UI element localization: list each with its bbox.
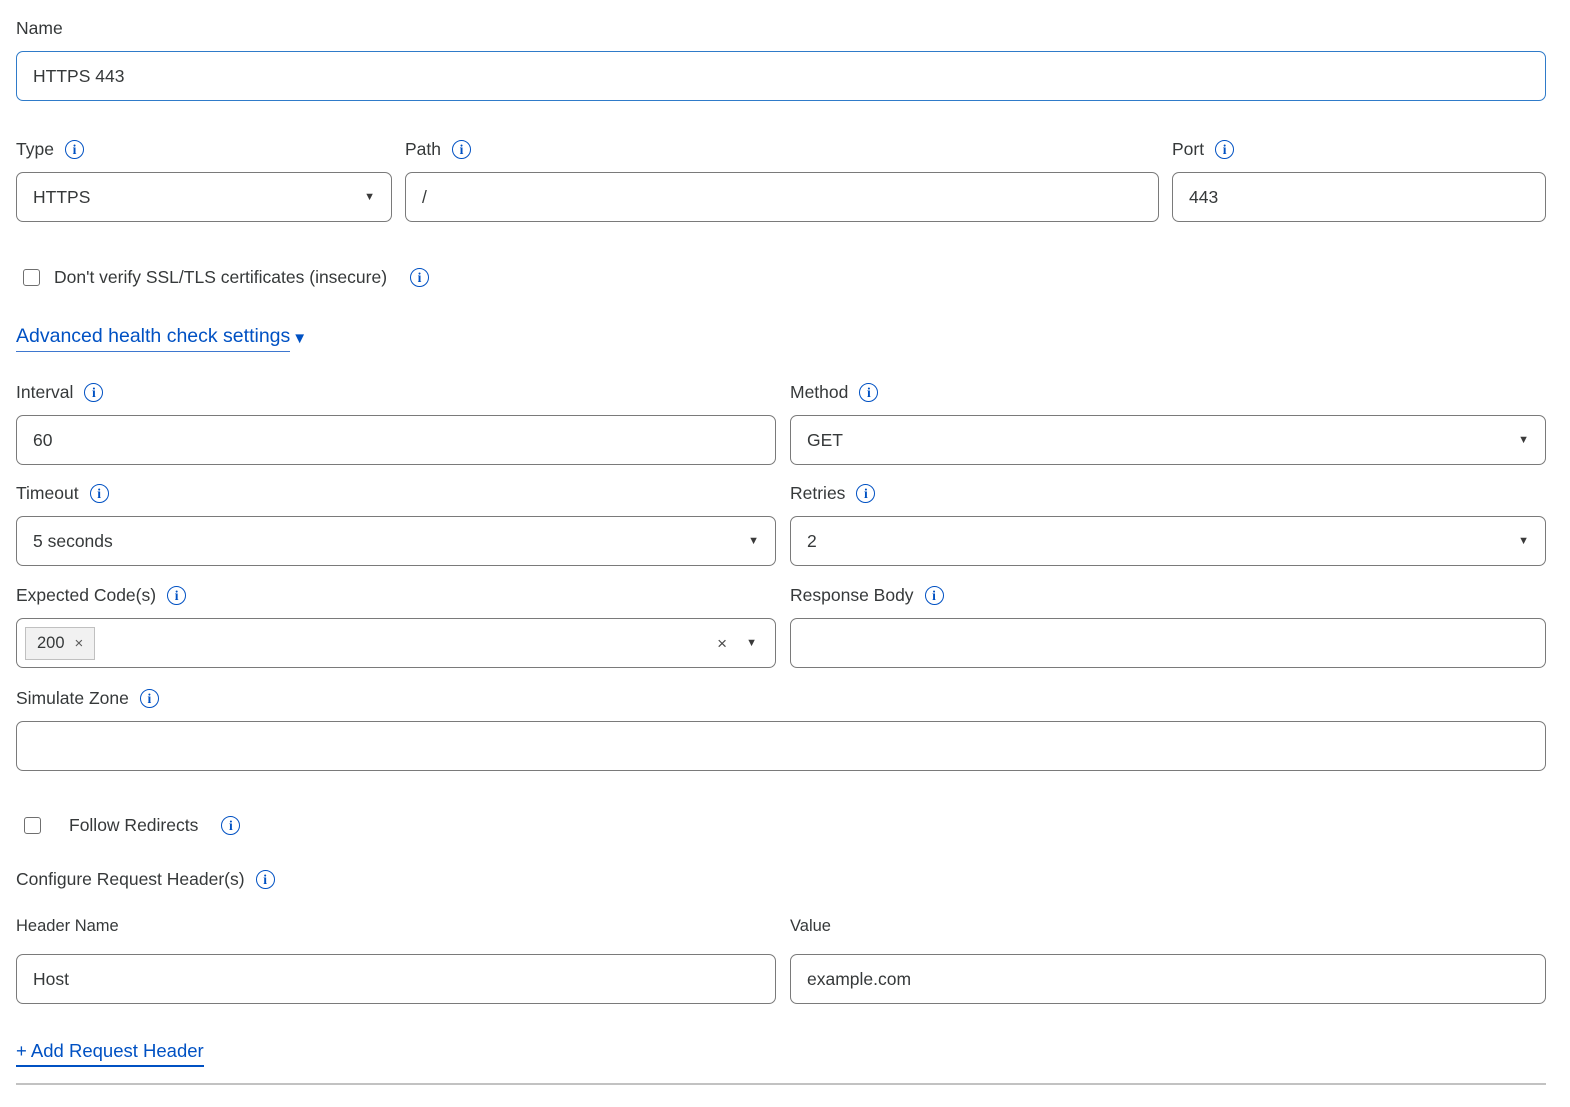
ssl-verify-label: Don't verify SSL/TLS certificates (insec… [54, 267, 387, 288]
ssl-verify-row: Don't verify SSL/TLS certificates (insec… [16, 267, 1546, 288]
code-tag: 200 × [25, 627, 95, 660]
retries-select[interactable]: 2 ▼ [790, 516, 1546, 566]
follow-redirects-checkbox[interactable] [24, 817, 41, 834]
info-icon[interactable]: i [140, 689, 159, 708]
interval-field: Interval i [16, 382, 776, 465]
follow-redirects-label: Follow Redirects [69, 815, 198, 836]
info-icon[interactable]: i [256, 870, 275, 889]
expected-codes-multiselect[interactable]: 200 × × ▼ [16, 618, 776, 668]
name-input[interactable] [16, 51, 1546, 101]
simulate-zone-field: Simulate Zone i [16, 688, 1546, 815]
timeout-select-value: 5 seconds [33, 531, 113, 552]
expected-codes-field: Expected Code(s) i 200 × × ▼ [16, 585, 776, 668]
add-request-header-link[interactable]: + Add Request Header [16, 1040, 204, 1067]
advanced-settings-link[interactable]: Advanced health check settings ▼ [16, 325, 307, 352]
path-label: Path [405, 139, 441, 160]
simulate-zone-input[interactable] [16, 721, 1546, 771]
response-body-label: Response Body [790, 585, 914, 606]
header-value-input[interactable] [790, 954, 1546, 1004]
retries-label: Retries [790, 483, 845, 504]
type-field: Type i HTTPS ▼ [16, 139, 392, 222]
name-field: Name [16, 18, 1546, 139]
chevron-down-icon: ▼ [748, 536, 759, 547]
method-field: Method i GET ▼ [790, 382, 1546, 465]
chevron-down-icon: ▼ [1518, 536, 1529, 547]
info-icon[interactable]: i [84, 383, 103, 402]
info-icon[interactable]: i [221, 816, 240, 835]
port-input[interactable] [1172, 172, 1546, 222]
method-label: Method [790, 382, 848, 403]
type-label: Type [16, 139, 54, 160]
request-headers-section: Configure Request Header(s) i [16, 869, 1546, 890]
type-path-port-row: Type i HTTPS ▼ Path i Port i [16, 139, 1546, 222]
header-name-field: Header Name [16, 917, 776, 1004]
method-select-value: GET [807, 430, 843, 451]
response-body-input[interactable] [790, 618, 1546, 668]
interval-label: Interval [16, 382, 73, 403]
timeout-select[interactable]: 5 seconds ▼ [16, 516, 776, 566]
chevron-down-icon: ▼ [364, 192, 375, 203]
timeout-label: Timeout [16, 483, 79, 504]
response-body-field: Response Body i [790, 585, 1546, 668]
retries-select-value: 2 [807, 531, 817, 552]
chevron-down-icon: ▼ [1518, 435, 1529, 446]
info-icon[interactable]: i [167, 586, 186, 605]
path-input[interactable] [405, 172, 1159, 222]
port-label: Port [1172, 139, 1204, 160]
health-check-form: Name Type i HTTPS ▼ Path i Port i [16, 18, 1546, 1085]
header-value-field: Value [790, 917, 1546, 1004]
advanced-settings-link-text: Advanced health check settings [16, 325, 290, 352]
timeout-retries-row: Timeout i 5 seconds ▼ Retries i 2 ▼ [16, 483, 1546, 566]
retries-field: Retries i 2 ▼ [790, 483, 1546, 566]
header-row: Header Name Value [16, 917, 1546, 1004]
follow-redirects-row: Follow Redirects i [16, 815, 1546, 836]
name-label: Name [16, 18, 63, 39]
chevron-down-icon: ▼ [746, 638, 757, 649]
info-icon[interactable]: i [856, 484, 875, 503]
add-header-row: + Add Request Header [16, 1040, 1546, 1067]
remove-tag-icon[interactable]: × [75, 635, 84, 652]
expected-codes-label: Expected Code(s) [16, 585, 156, 606]
header-value-label: Value [790, 917, 831, 936]
type-select[interactable]: HTTPS ▼ [16, 172, 392, 222]
header-name-input[interactable] [16, 954, 776, 1004]
info-icon[interactable]: i [90, 484, 109, 503]
simulate-zone-label: Simulate Zone [16, 688, 129, 709]
header-name-label: Header Name [16, 917, 119, 936]
clear-all-icon[interactable]: × [717, 635, 727, 652]
triangle-down-icon: ▼ [292, 330, 307, 347]
ssl-verify-checkbox[interactable] [23, 269, 40, 286]
type-select-value: HTTPS [33, 187, 90, 208]
port-field: Port i [1172, 139, 1546, 222]
method-select[interactable]: GET ▼ [790, 415, 1546, 465]
advanced-settings-row: Advanced health check settings ▼ [16, 325, 1546, 352]
timeout-field: Timeout i 5 seconds ▼ [16, 483, 776, 566]
info-icon[interactable]: i [1215, 140, 1234, 159]
info-icon[interactable]: i [859, 383, 878, 402]
codes-body-row: Expected Code(s) i 200 × × ▼ Response Bo… [16, 585, 1546, 668]
path-field: Path i [405, 139, 1159, 222]
info-icon[interactable]: i [65, 140, 84, 159]
section-divider [16, 1083, 1546, 1085]
interval-method-row: Interval i Method i GET ▼ [16, 382, 1546, 465]
request-headers-title: Configure Request Header(s) [16, 869, 245, 890]
code-tag-text: 200 [37, 634, 65, 653]
info-icon[interactable]: i [410, 268, 429, 287]
interval-input[interactable] [16, 415, 776, 465]
info-icon[interactable]: i [925, 586, 944, 605]
info-icon[interactable]: i [452, 140, 471, 159]
